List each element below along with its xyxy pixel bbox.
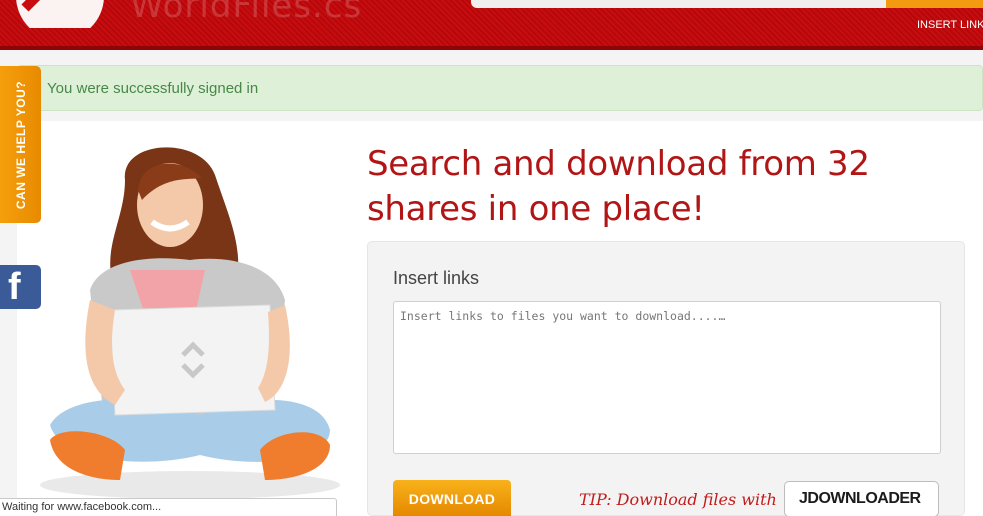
site-header: WorldFiles.cs INSERT LINKS xyxy=(0,0,983,46)
browser-status-bar: Waiting for www.facebook.com... xyxy=(0,498,337,516)
status-text: Waiting for www.facebook.com... xyxy=(2,501,162,513)
nav-insert-links[interactable]: INSERT LINKS xyxy=(917,19,983,31)
panel-title: Insert links xyxy=(393,268,480,288)
success-alert: You were successfully signed in xyxy=(17,65,983,111)
links-textarea[interactable] xyxy=(393,301,941,454)
page-headline: Search and download from 32 shares in on… xyxy=(367,144,870,229)
alert-message: You were successfully signed in xyxy=(47,80,259,97)
help-tab-label: CAN WE HELP YOU? xyxy=(13,80,28,209)
logo-wordmark[interactable]: WorldFiles.cs xyxy=(130,0,362,26)
search-input[interactable] xyxy=(471,0,886,8)
jdownloader-badge[interactable]: JDOWNLOADER xyxy=(784,481,939,516)
hero-illustration xyxy=(40,147,340,499)
header-divider xyxy=(0,46,983,50)
insert-links-panel: Insert links DOWNLOAD TIP: Download file… xyxy=(367,241,965,516)
download-button[interactable]: DOWNLOAD xyxy=(393,480,511,516)
tip-text: TIP: Download files with xyxy=(579,490,777,509)
jdownloader-logo: JDOWNLOADER xyxy=(799,490,921,507)
logo-icon[interactable] xyxy=(0,0,120,28)
search-button[interactable] xyxy=(886,0,983,8)
facebook-icon: f xyxy=(8,266,21,308)
